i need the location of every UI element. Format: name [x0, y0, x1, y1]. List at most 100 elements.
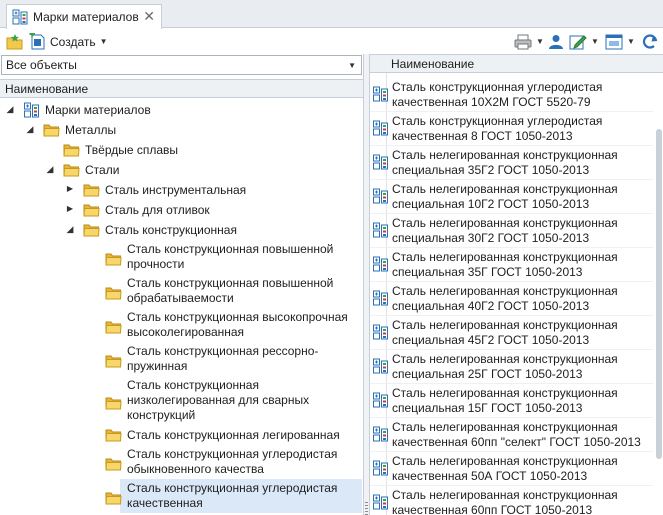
list-column-header[interactable]: Наименование: [370, 54, 663, 73]
tree-node[interactable]: Твёрдые сплавы: [0, 140, 362, 160]
list-item-label: Сталь нелегированная конструкционная: [392, 182, 618, 196]
list-item[interactable]: Сталь нелегированная конструкционная спец…: [370, 180, 653, 214]
list-item-label: Сталь конструкционная углеродистая: [392, 80, 603, 94]
expand-icon[interactable]: ▶: [65, 184, 75, 193]
favorites-button[interactable]: [6, 32, 24, 51]
tree-node-label: Сталь конструкционная углеродистая: [127, 447, 338, 461]
list-item[interactable]: Сталь нелегированная конструкционная каче…: [370, 452, 653, 486]
list-scrollbar[interactable]: [655, 74, 663, 515]
close-icon[interactable]: ✕: [143, 9, 155, 23]
tree-node[interactable]: ▶ Сталь для отливок: [0, 200, 362, 220]
tree-node[interactable]: Сталь конструкционная повышенной обрабаты…: [0, 274, 362, 308]
list-item[interactable]: Сталь нелегированная конструкционная каче…: [370, 486, 653, 515]
list-item-label: качественная 60пп ГОСТ 1050-2013: [392, 503, 593, 515]
tree-node-text: Металлы: [65, 123, 116, 138]
list-item-label: Сталь нелегированная конструкционная: [392, 454, 618, 468]
view-button[interactable]: ▼: [605, 32, 635, 51]
tree-node[interactable]: ◢ Сталь конструкционная: [0, 220, 362, 240]
tree-node[interactable]: Сталь конструкционная повышенной прочност…: [0, 240, 362, 274]
tree-node-label: обрабатываемости: [127, 291, 234, 305]
list-item[interactable]: Сталь нелегированная конструкционная каче…: [370, 418, 653, 452]
user-icon: [547, 33, 565, 51]
list-item[interactable]: Сталь нелегированная конструкционная спец…: [370, 350, 653, 384]
list-item[interactable]: Сталь нелегированная конструкционная спец…: [370, 384, 653, 418]
list-item[interactable]: Сталь конструкционная углеродистая качест…: [370, 112, 653, 146]
tree-node-text: Твёрдые сплавы: [85, 143, 178, 158]
scrollbar-thumb[interactable]: [656, 129, 662, 459]
list-item-text: Сталь конструкционная углеродистая качест…: [392, 80, 652, 110]
chevron-down-icon: ▼: [627, 37, 635, 46]
tree-node-text: Сталь конструкционная углеродистая качест…: [127, 481, 337, 511]
refresh-button[interactable]: [641, 32, 659, 51]
material-grade-icon: [372, 222, 389, 238]
list-item-label: специальная 30Г2 ГОСТ 1050-2013: [392, 231, 590, 245]
tree-node-label: пружинная: [127, 359, 188, 373]
list-item[interactable]: Сталь конструкционная углеродистая качест…: [370, 78, 653, 112]
create-button[interactable]: Создать ▼: [29, 32, 108, 51]
list-item[interactable]: Сталь нелегированная конструкционная спец…: [370, 316, 653, 350]
list-item[interactable]: Сталь нелегированная конструкционная спец…: [370, 146, 653, 180]
material-grade-icon: [372, 154, 389, 170]
list-item-text: Сталь нелегированная конструкционная спец…: [392, 216, 652, 246]
list-item-label: качественная 8 ГОСТ 1050-2013: [392, 129, 573, 143]
user-button[interactable]: [547, 32, 565, 51]
list-item-text: Сталь нелегированная конструкционная спец…: [392, 352, 652, 382]
tree-panel: Все объекты ▼ Наименование ◢ Марки матери…: [0, 54, 364, 515]
tree-node[interactable]: ◢ Металлы: [0, 120, 362, 140]
list-item-label: специальная 45Г2 ГОСТ 1050-2013: [392, 333, 590, 347]
list-item-label: качественная 60пп "селект" ГОСТ 1050-201…: [392, 435, 641, 449]
tree-node-label: Сталь конструкционная углеродистая: [127, 481, 338, 495]
tree-node[interactable]: Сталь конструкционная низколегированная д…: [0, 376, 362, 425]
list-item-text: Сталь нелегированная конструкционная каче…: [392, 454, 652, 484]
folder-icon: [105, 319, 122, 335]
folder-icon: [105, 251, 122, 267]
list-item[interactable]: Сталь нелегированная конструкционная спец…: [370, 282, 653, 316]
tree-node[interactable]: Сталь конструкционная углеродистая качест…: [0, 479, 362, 513]
list-item-text: Сталь нелегированная конструкционная спец…: [392, 284, 652, 314]
list-item-label: специальная 40Г2 ГОСТ 1050-2013: [392, 299, 590, 313]
expand-icon[interactable]: ▶: [65, 204, 75, 213]
edit-button[interactable]: ▼: [569, 32, 599, 51]
tree-node-text: Сталь конструкционная легированная: [127, 428, 340, 443]
tree-node-label: Сталь конструкционная: [105, 223, 237, 237]
list-item[interactable]: Сталь нелегированная конструкционная спец…: [370, 214, 653, 248]
materials-icon: [23, 102, 40, 118]
list-item-text: Сталь конструкционная углеродистая качест…: [392, 114, 652, 144]
list-item-label: Сталь нелегированная конструкционная: [392, 386, 618, 400]
list-item-text: Сталь нелегированная конструкционная спец…: [392, 250, 652, 280]
tree-node[interactable]: Сталь конструкционная углеродистая обыкно…: [0, 445, 362, 479]
material-grade-icon: [372, 120, 389, 136]
collapse-icon[interactable]: ◢: [65, 224, 75, 235]
collapse-icon[interactable]: ◢: [25, 124, 35, 135]
tree-node-label: Сталь для отливок: [105, 203, 210, 217]
list-item[interactable]: Сталь нелегированная конструкционная спец…: [370, 248, 653, 282]
list-item-label: качественная 10Х2М ГОСТ 5520-79: [392, 95, 591, 109]
material-grade-icon: [372, 86, 389, 102]
tree-node[interactable]: Сталь конструкционная рессорно-пружинная: [0, 342, 362, 376]
list-item-label: качественная 50А ГОСТ 1050-2013: [392, 469, 588, 483]
refresh-icon: [641, 33, 659, 51]
toolbar: Создать ▼ ▼ ▼ ▼: [0, 29, 663, 54]
list-item-label: Сталь нелегированная конструкционная: [392, 216, 618, 230]
tab-materials[interactable]: Марки материалов ✕: [6, 4, 162, 29]
list-item-label: Сталь конструкционная углеродистая: [392, 114, 603, 128]
material-grade-icon: [372, 256, 389, 272]
list-item-text: Сталь нелегированная конструкционная каче…: [392, 488, 652, 515]
tree-node[interactable]: Сталь конструкционная легированная: [0, 425, 362, 445]
material-grade-icon: [372, 358, 389, 374]
tree-node[interactable]: ◢ Марки материалов: [0, 100, 362, 120]
filter-select[interactable]: Все объекты ▼: [1, 55, 362, 75]
collapse-icon[interactable]: ◢: [45, 164, 55, 175]
tree-node[interactable]: ▶ Сталь инструментальная: [0, 180, 362, 200]
tree-node[interactable]: ◢ Стали: [0, 160, 362, 180]
tree-node[interactable]: Сталь конструкционная высокопрочная высок…: [0, 308, 362, 342]
tree-node-text: Сталь конструкционная углеродистая обыкно…: [127, 447, 337, 477]
tree-node-text: Стали: [85, 163, 119, 178]
splitter-grip[interactable]: [365, 502, 368, 515]
tree-column-header[interactable]: Наименование: [0, 79, 363, 98]
list-item-label: Сталь нелегированная конструкционная: [392, 250, 618, 264]
collapse-icon[interactable]: ◢: [5, 104, 15, 115]
print-button[interactable]: ▼: [514, 32, 544, 51]
folder-icon: [63, 142, 80, 158]
tree-node-text: Сталь конструкционная повышенной обрабаты…: [127, 276, 333, 306]
